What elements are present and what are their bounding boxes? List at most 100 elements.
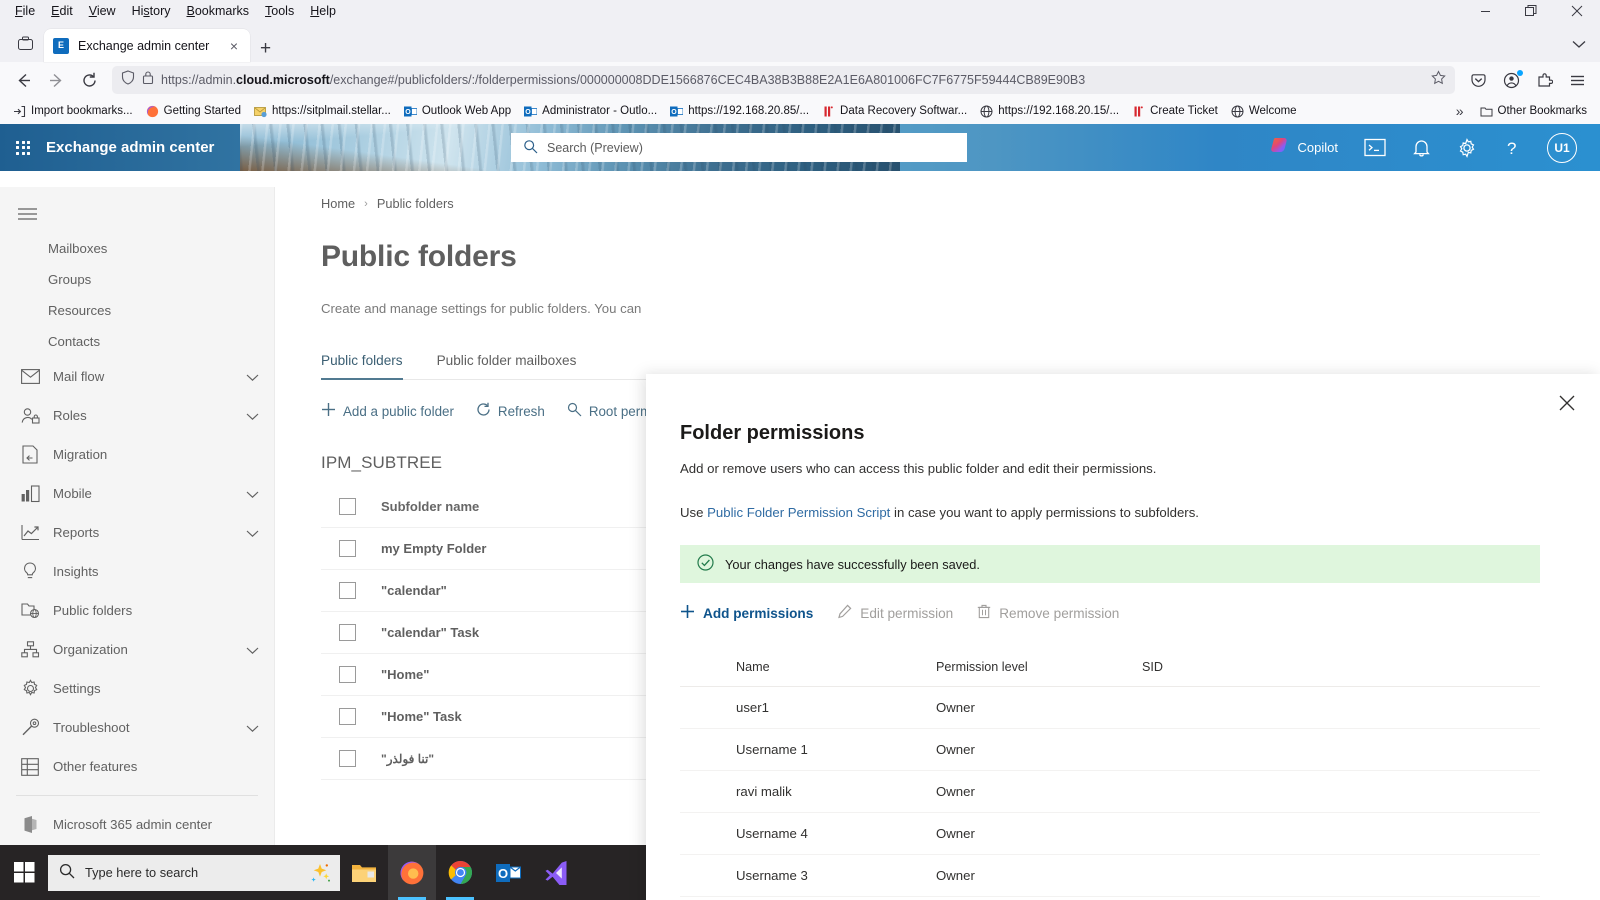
bookmark-import[interactable]: Import bookmarks...	[8, 103, 138, 120]
bookmarks-overflow-button[interactable]: »	[1451, 101, 1469, 121]
bookmark-192-168-20-15[interactable]: https://192.168.20.15/...	[975, 103, 1124, 120]
minimize-icon[interactable]	[1462, 0, 1508, 22]
search-input[interactable]: Search (Preview)	[511, 133, 967, 162]
sidebar-item-groups[interactable]: Groups	[0, 264, 274, 295]
sidebar-item-roles[interactable]: Roles	[0, 396, 274, 435]
url-bar[interactable]: https://admin.cloud.microsoft/exchange#/…	[112, 66, 1455, 94]
restore-icon[interactable]	[1508, 0, 1554, 22]
taskbar-chrome-icon[interactable]	[436, 845, 484, 900]
chevron-down-icon[interactable]	[246, 526, 260, 540]
menu-file[interactable]: FFileile	[8, 2, 42, 20]
close-icon[interactable]	[1554, 0, 1600, 22]
tab-close-icon[interactable]: ×	[227, 39, 241, 53]
bookmark-administrator-outlook[interactable]: O Administrator - Outlo...	[519, 103, 662, 120]
bookmark-outlook-web-app[interactable]: O Outlook Web App	[399, 103, 516, 120]
bookmark-sitplmail[interactable]: https://sitplmail.stellar...	[249, 103, 396, 120]
menu-bookmarks[interactable]: Bookmarks	[180, 2, 257, 20]
close-icon[interactable]	[1552, 388, 1582, 418]
bookmark-data-recovery[interactable]: Data Recovery Softwar...	[817, 103, 972, 120]
bookmark-getting-started[interactable]: Getting Started	[141, 103, 246, 120]
row-checkbox[interactable]	[321, 540, 381, 557]
menu-history[interactable]: History	[125, 2, 178, 20]
table-row[interactable]: Username 4 Owner	[680, 813, 1540, 855]
add-public-folder-button[interactable]: Add a public folder	[321, 402, 454, 420]
sidebar-item-settings[interactable]: Settings	[0, 669, 274, 708]
table-row[interactable]: Username 1 Owner	[680, 729, 1540, 771]
column-name[interactable]: Name	[680, 660, 936, 674]
sidebar-item-public-folders[interactable]: Public folders	[0, 591, 274, 630]
lock-icon[interactable]	[142, 70, 154, 90]
sidebar-item-mobile[interactable]: Mobile	[0, 474, 274, 513]
chevron-down-icon[interactable]	[246, 370, 260, 384]
sidebar-item-insights[interactable]: Insights	[0, 552, 274, 591]
tab-public-folders[interactable]: Public folders	[321, 353, 403, 380]
sidebar-item-contacts[interactable]: Contacts	[0, 326, 274, 357]
row-checkbox[interactable]	[321, 624, 381, 641]
browser-tab[interactable]: E Exchange admin center ×	[44, 29, 250, 62]
column-sid[interactable]: SID	[1142, 660, 1322, 674]
notifications-bell-icon[interactable]	[1399, 124, 1444, 171]
url-text[interactable]: https://admin.cloud.microsoft/exchange#/…	[161, 73, 1424, 87]
account-icon[interactable]	[1496, 66, 1526, 94]
new-tab-button[interactable]: +	[250, 39, 281, 62]
sidebar-item-troubleshoot[interactable]: Troubleshoot	[0, 708, 274, 747]
breadcrumb-home[interactable]: Home	[321, 196, 355, 211]
extensions-icon[interactable]	[1529, 66, 1559, 94]
table-row[interactable]: user1 Owner	[680, 687, 1540, 729]
public-folder-permission-script-link[interactable]: Public Folder Permission Script	[707, 505, 890, 520]
app-launcher-icon[interactable]	[0, 140, 46, 155]
avatar[interactable]: U1	[1534, 124, 1590, 171]
edit-permission-button[interactable]: Edit permission	[837, 604, 953, 622]
pocket-icon[interactable]	[1463, 66, 1493, 94]
menu-view[interactable]: View	[82, 2, 123, 20]
taskbar-search-input[interactable]: Type here to search	[48, 854, 340, 891]
row-checkbox[interactable]	[321, 750, 381, 767]
app-menu-icon[interactable]	[1562, 66, 1592, 94]
tab-public-folder-mailboxes[interactable]: Public folder mailboxes	[437, 353, 577, 380]
sidebar-item-m365-admin-center[interactable]: Microsoft 365 admin center	[0, 805, 274, 844]
cloud-shell-icon[interactable]	[1351, 124, 1399, 171]
chevron-down-icon[interactable]	[246, 643, 260, 657]
help-icon[interactable]: ?	[1490, 124, 1534, 171]
shield-icon[interactable]	[121, 70, 135, 90]
tab-list-icon[interactable]	[6, 24, 44, 62]
refresh-button[interactable]: Refresh	[476, 402, 545, 420]
taskbar-firefox-icon[interactable]	[388, 845, 436, 900]
menu-tools[interactable]: Tools	[258, 2, 301, 20]
sidebar-item-mailboxes[interactable]: Mailboxes	[0, 233, 274, 264]
bookmark-192-168-20-85[interactable]: O https://192.168.20.85/...	[665, 103, 814, 120]
chevron-down-icon[interactable]	[1572, 36, 1586, 54]
sidebar-item-reports[interactable]: Reports	[0, 513, 274, 552]
other-bookmarks-folder[interactable]: Other Bookmarks	[1475, 103, 1592, 120]
menu-edit[interactable]: Edit	[44, 2, 80, 20]
back-icon[interactable]	[8, 66, 38, 94]
row-checkbox[interactable]	[321, 666, 381, 683]
chevron-down-icon[interactable]	[246, 409, 260, 423]
remove-permission-button[interactable]: Remove permission	[977, 604, 1119, 622]
sidebar-item-mail-flow[interactable]: Mail flow	[0, 357, 274, 396]
sidebar-item-resources[interactable]: Resources	[0, 295, 274, 326]
sidebar-item-migration[interactable]: Migration	[0, 435, 274, 474]
chevron-down-icon[interactable]	[246, 487, 260, 501]
copilot-button[interactable]: Copilot	[1256, 124, 1351, 171]
sidebar-item-organization[interactable]: Organization	[0, 630, 274, 669]
add-permissions-button[interactable]: Add permissions	[680, 604, 813, 622]
column-permission-level[interactable]: Permission level	[936, 660, 1142, 674]
select-all-checkbox[interactable]	[321, 498, 381, 515]
root-permissions-button[interactable]: Root perm	[567, 402, 651, 420]
breadcrumb-current[interactable]: Public folders	[377, 196, 454, 211]
table-row[interactable]: ravi malik Owner	[680, 771, 1540, 813]
taskbar-outlook-icon[interactable]: O	[484, 845, 532, 900]
table-row[interactable]: Username 3 Owner	[680, 855, 1540, 897]
chevron-down-icon[interactable]	[246, 721, 260, 735]
taskbar-file-explorer-icon[interactable]	[340, 845, 388, 900]
sidebar-item-other-features[interactable]: Other features	[0, 747, 274, 786]
row-checkbox[interactable]	[321, 582, 381, 599]
bookmark-create-ticket[interactable]: Create Ticket	[1127, 103, 1223, 120]
eac-brand-title[interactable]: Exchange admin center	[46, 139, 214, 156]
settings-gear-icon[interactable]	[1444, 124, 1490, 171]
start-button-icon[interactable]	[0, 845, 48, 900]
sidebar-toggle-icon[interactable]	[4, 195, 50, 233]
taskbar-visual-studio-icon[interactable]	[532, 845, 580, 900]
bookmark-star-icon[interactable]	[1431, 70, 1446, 90]
